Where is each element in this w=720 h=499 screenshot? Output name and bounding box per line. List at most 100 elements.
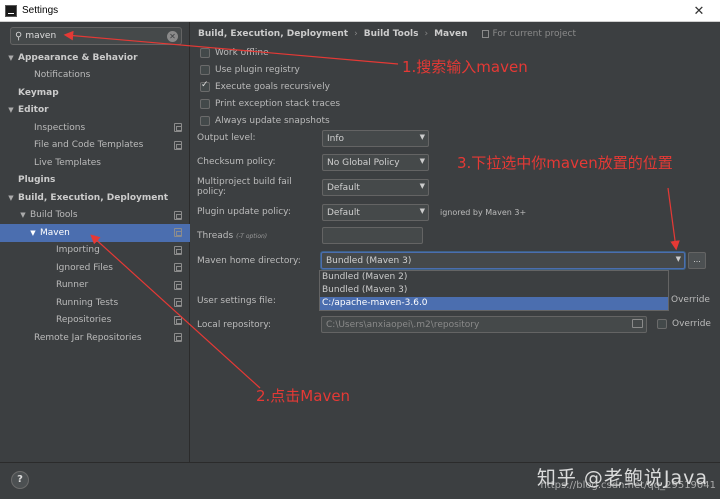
chevron-down-icon: ▼ xyxy=(675,255,681,263)
plugin-update-policy-select[interactable]: Default ▼ xyxy=(322,204,429,221)
search-icon: ⚲ xyxy=(15,30,23,42)
project-scope-icon xyxy=(481,30,489,38)
sidebar-item-label: Ignored Files xyxy=(56,262,113,273)
project-scope-icon xyxy=(174,315,182,325)
settings-sidebar: ⚲ maven ✕ ▼ Appearance & Behavior Notifica… xyxy=(0,22,190,462)
threads-hint: (-T option) xyxy=(236,232,268,240)
local-repository-input[interactable]: C:\Users\anxiaopei\.m2\repository xyxy=(321,316,647,333)
checkbox[interactable] xyxy=(200,47,210,58)
sidebar-item-maven[interactable]: ▼ Maven xyxy=(0,224,190,242)
checksum-policy-label: Checksum policy: xyxy=(197,157,276,167)
maven-home-select[interactable]: Bundled (Maven 3) ▼ xyxy=(321,252,685,269)
sidebar-item-label: Remote Jar Repositories xyxy=(34,332,142,343)
help-button[interactable]: ? xyxy=(11,471,29,489)
project-scope-icon xyxy=(174,140,182,150)
output-level-row: Output level: xyxy=(197,129,322,147)
checkbox-label: Execute goals recursively xyxy=(215,81,330,92)
search-input-value[interactable]: maven xyxy=(25,31,56,41)
local-repository-override[interactable]: Override xyxy=(657,319,711,329)
sidebar-item-label: Inspections xyxy=(34,122,86,133)
expand-arrow-icon[interactable]: ▼ xyxy=(6,106,16,114)
folder-icon[interactable] xyxy=(632,319,643,328)
sidebar-item-appearance-behavior[interactable]: ▼ Appearance & Behavior xyxy=(0,49,190,67)
plugin-update-note: ignored by Maven 3+ xyxy=(440,208,527,217)
multiproject-policy-label: Multiproject build fail policy: xyxy=(197,177,292,197)
annotation-step2: 2.点击Maven xyxy=(256,387,351,405)
sidebar-item-inspections[interactable]: Inspections xyxy=(0,119,190,137)
project-scope-icon xyxy=(174,298,182,307)
dropdown-option[interactable]: C:/apache-maven-3.6.0 xyxy=(320,297,668,310)
sidebar-item-file-and-code-templates[interactable]: File and Code Templates xyxy=(0,137,190,155)
breadcrumb-item: Maven xyxy=(434,29,468,39)
sidebar-item-label: Plugins xyxy=(18,175,56,186)
checkbox-row-work-offline[interactable]: Work offline xyxy=(200,44,340,61)
sidebar-item-label: Running Tests xyxy=(56,297,119,308)
checkbox-row-print-exception-stack-traces[interactable]: Print exception stack traces xyxy=(200,95,340,112)
threads-input[interactable] xyxy=(322,227,423,244)
sidebar-item-notifications[interactable]: Notifications xyxy=(0,67,190,85)
breadcrumb-item: Build, Execution, Deployment xyxy=(198,29,349,39)
project-scope-icon xyxy=(174,210,182,220)
user-settings-override[interactable]: Override xyxy=(671,295,710,305)
dropdown-option[interactable]: Bundled (Maven 2) xyxy=(320,271,668,284)
expand-arrow-icon[interactable]: ▼ xyxy=(6,54,16,62)
maven-home-label: Maven home directory: xyxy=(197,256,301,266)
sidebar-item-label: Notifications xyxy=(34,70,91,81)
sidebar-item-plugins[interactable]: Plugins xyxy=(0,172,190,190)
sidebar-item-label: Editor xyxy=(18,105,49,116)
breadcrumb: Build, Execution, Deployment › Build Too… xyxy=(198,27,576,41)
project-scope-icon xyxy=(174,333,182,342)
sidebar-item-running-tests[interactable]: Running Tests xyxy=(0,294,190,312)
expand-arrow-icon[interactable]: ▼ xyxy=(28,229,38,237)
chevron-down-icon: ▼ xyxy=(419,182,425,190)
sidebar-item-live-templates[interactable]: Live Templates xyxy=(0,154,190,172)
threads-row: Threads (-T option) xyxy=(197,227,267,245)
checkbox[interactable] xyxy=(200,98,210,109)
intellij-app-icon xyxy=(5,4,17,17)
sidebar-item-label: File and Code Templates xyxy=(34,140,144,151)
checksum-policy-select[interactable]: No Global Policy ▼ xyxy=(322,154,429,171)
expand-arrow-icon[interactable]: ▼ xyxy=(6,194,16,202)
breadcrumb-separator: › xyxy=(354,29,358,39)
checksum-policy-row: Checksum policy: xyxy=(197,153,322,171)
maven-home-row: Maven home directory: xyxy=(197,252,322,270)
sidebar-item-ignored-files[interactable]: Ignored Files xyxy=(0,259,190,277)
checkbox-label: Use plugin registry xyxy=(215,64,300,75)
window-titlebar: Settings ✕ xyxy=(0,0,720,22)
checkbox-row-always-update-snapshots[interactable]: Always update snapshots xyxy=(200,112,340,129)
plugin-update-policy-label: Plugin update policy: xyxy=(197,207,291,217)
checkbox[interactable] xyxy=(200,115,210,126)
override-checkbox[interactable] xyxy=(657,319,667,329)
dropdown-option[interactable]: Bundled (Maven 3) xyxy=(320,284,668,297)
checkbox[interactable] xyxy=(200,80,210,92)
sidebar-item-repositories[interactable]: Repositories xyxy=(0,312,190,330)
sidebar-item-editor[interactable]: ▼ Editor xyxy=(0,102,190,120)
sidebar-item-label: Build, Execution, Deployment xyxy=(18,192,169,203)
threads-label: Threads xyxy=(197,231,234,241)
dialog-footer: ? 知乎 @老鲍说Java https://blog.csdn.net/qq_2… xyxy=(0,462,720,499)
sidebar-item-remote-jar-repositories[interactable]: Remote Jar Repositories xyxy=(0,329,190,347)
sidebar-item-label: Build Tools xyxy=(30,210,78,221)
sidebar-item-label: Importing xyxy=(56,245,100,256)
close-window-button[interactable]: ✕ xyxy=(684,3,714,19)
multiproject-policy-select[interactable]: Default ▼ xyxy=(322,179,429,196)
checkbox-label: Print exception stack traces xyxy=(215,98,341,109)
checkbox-row-use-plugin-registry[interactable]: Use plugin registry xyxy=(200,61,340,78)
clear-search-icon[interactable]: ✕ xyxy=(167,31,178,42)
for-current-project-label: For current project xyxy=(481,29,576,39)
sidebar-item-keymap[interactable]: Keymap xyxy=(0,84,190,102)
project-scope-icon xyxy=(174,123,182,132)
project-scope-icon xyxy=(174,245,182,255)
sidebar-item-build-tools[interactable]: ▼ Build Tools xyxy=(0,207,190,225)
checkbox[interactable] xyxy=(200,64,210,75)
sidebar-item-importing[interactable]: Importing xyxy=(0,242,190,260)
maven-home-browse-button[interactable]: ... xyxy=(688,252,706,269)
sidebar-item-runner[interactable]: Runner xyxy=(0,277,190,295)
user-settings-label: User settings file: xyxy=(197,296,276,306)
sidebar-item-label: Appearance & Behavior xyxy=(18,52,138,63)
settings-search-field[interactable]: ⚲ maven ✕ xyxy=(10,27,182,45)
output-level-select[interactable]: Info ▼ xyxy=(322,130,429,147)
sidebar-item-build-execution-deployment[interactable]: ▼ Build, Execution, Deployment xyxy=(0,189,190,207)
expand-arrow-icon[interactable]: ▼ xyxy=(18,211,28,219)
checkbox-row-execute-goals-recursively[interactable]: Execute goals recursively xyxy=(200,78,340,95)
